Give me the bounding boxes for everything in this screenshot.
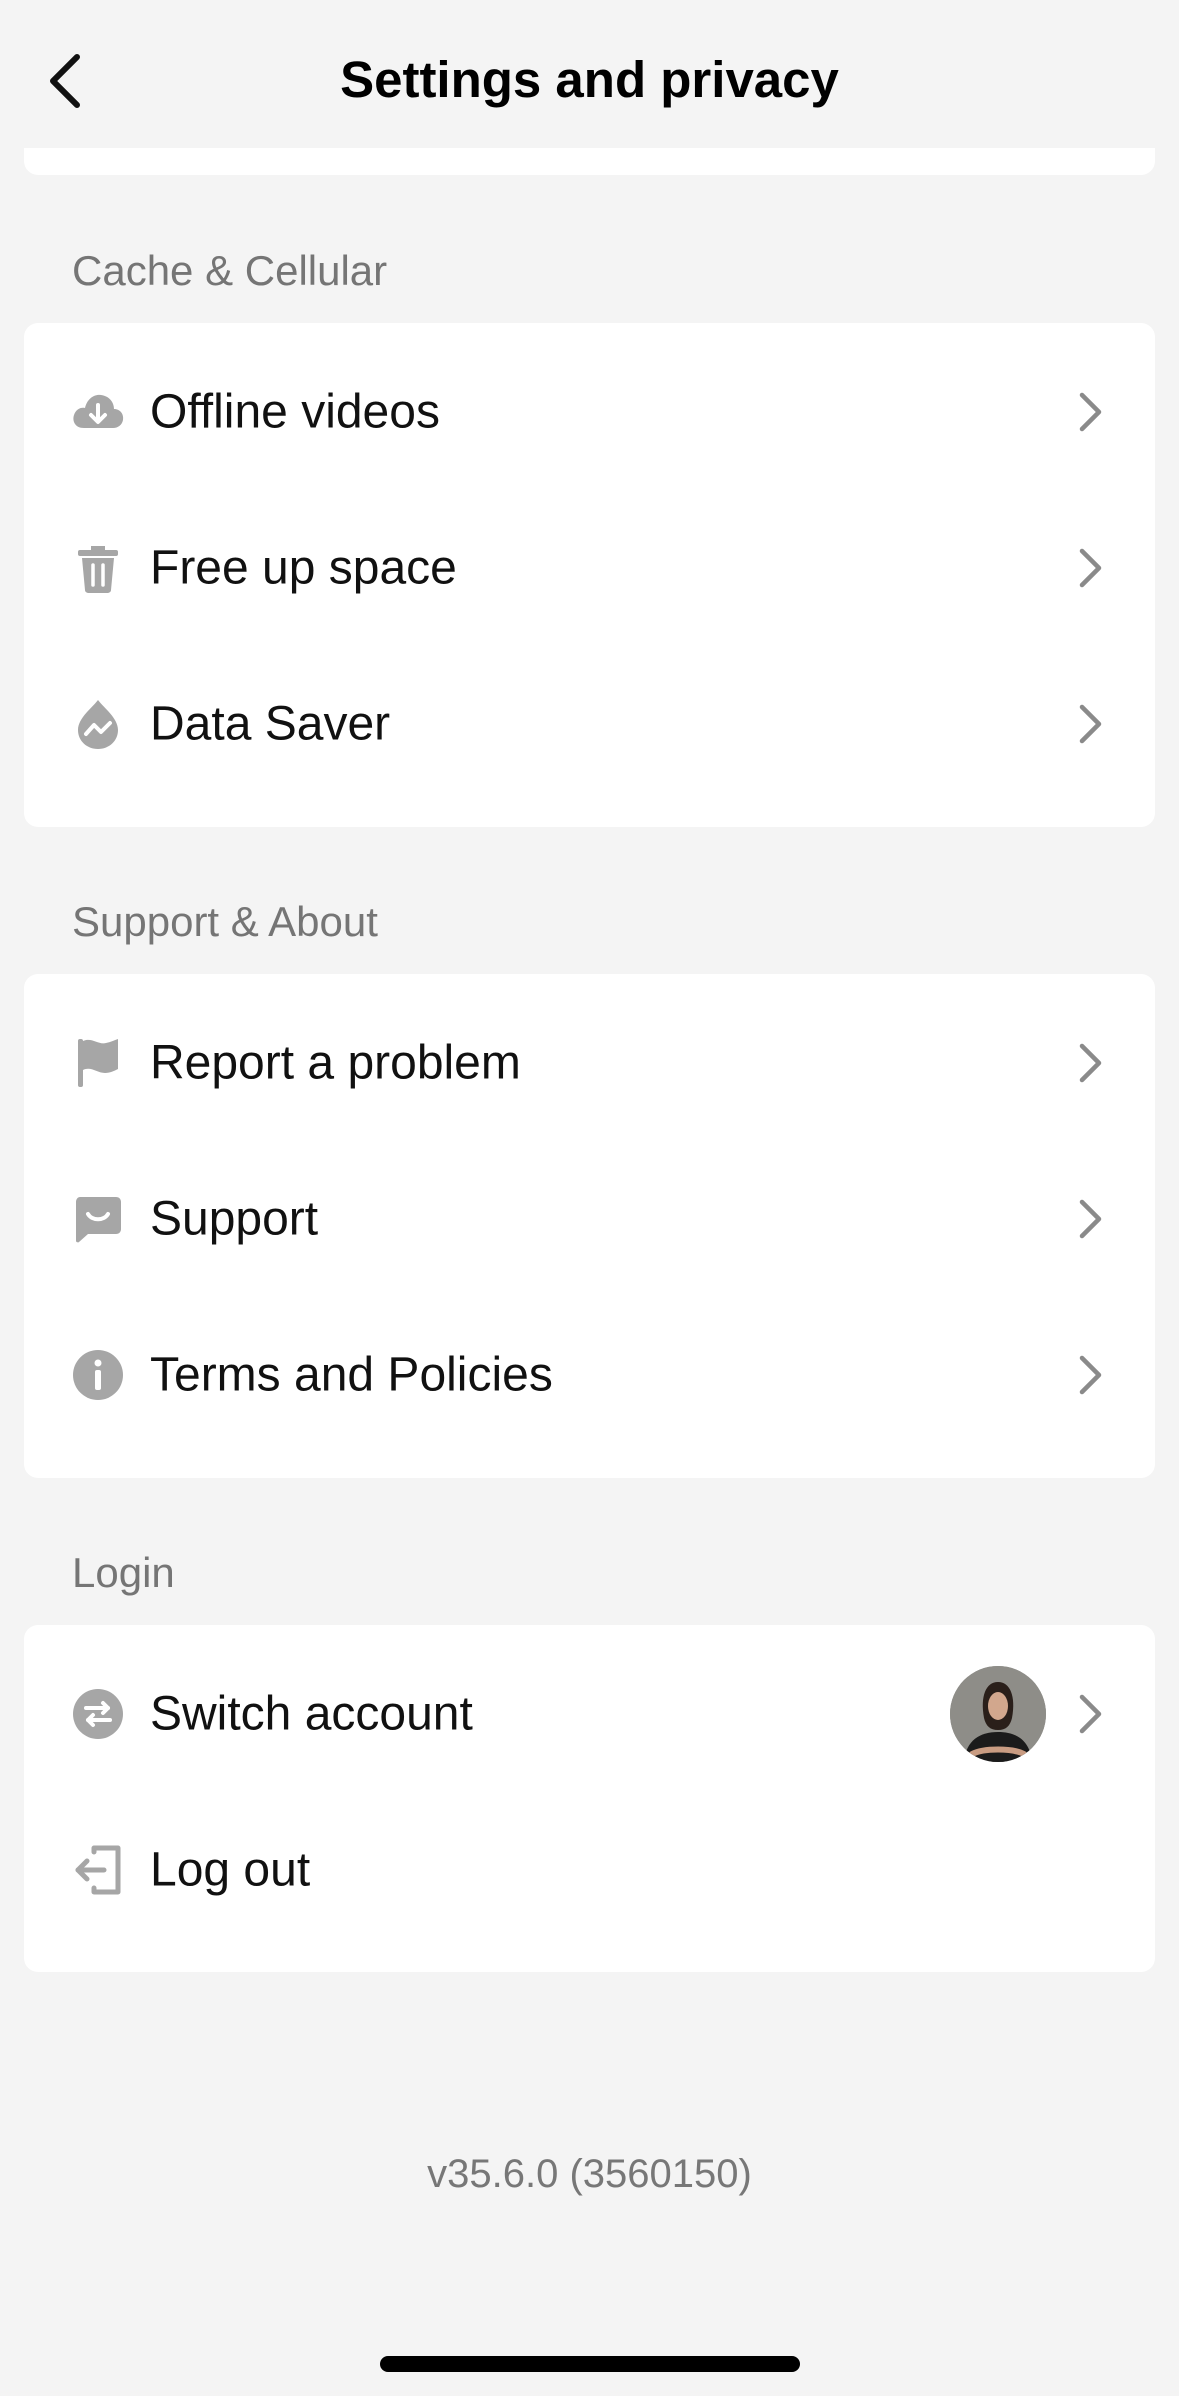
chevron-right-icon xyxy=(1079,1694,1102,1734)
home-indicator[interactable] xyxy=(380,2356,800,2372)
row-log-out[interactable]: Log out xyxy=(24,1792,1155,1948)
card-support-about: Report a problem Support Terms and Polic… xyxy=(24,974,1155,1478)
row-label: Support xyxy=(150,1192,319,1246)
row-terms-and-policies[interactable]: Terms and Policies xyxy=(24,1297,1155,1453)
card-cache-cellular: Offline videos Free up space Data Saver xyxy=(24,323,1155,827)
previous-card-edge xyxy=(24,148,1155,175)
data-saver-icon xyxy=(70,696,126,752)
row-label: Log out xyxy=(150,1843,311,1897)
switch-arrows-icon xyxy=(70,1686,126,1742)
row-label: Free up space xyxy=(150,541,457,595)
section-label-login: Login xyxy=(72,1549,175,1596)
avatar xyxy=(950,1666,1046,1762)
header-bar: Settings and privacy xyxy=(0,0,1179,148)
app-version: v35.6.0 (3560150) xyxy=(427,2152,752,2196)
chevron-right-icon xyxy=(1079,392,1102,432)
row-offline-videos[interactable]: Offline videos xyxy=(24,334,1155,490)
cloud-download-icon xyxy=(70,384,126,440)
logout-icon xyxy=(70,1842,126,1898)
row-label: Terms and Policies xyxy=(150,1348,553,1402)
row-label: Offline videos xyxy=(150,385,440,439)
flag-icon xyxy=(70,1035,126,1091)
chevron-right-icon xyxy=(1079,1355,1102,1395)
card-login: Switch account Log out xyxy=(24,1625,1155,1972)
row-data-saver[interactable]: Data Saver xyxy=(24,646,1155,802)
chevron-right-icon xyxy=(1079,1043,1102,1083)
chevron-right-icon xyxy=(1079,1199,1102,1239)
row-label: Switch account xyxy=(150,1687,473,1741)
chevron-right-icon xyxy=(1079,704,1102,744)
row-free-up-space[interactable]: Free up space xyxy=(24,490,1155,646)
row-label: Report a problem xyxy=(150,1036,521,1090)
row-label: Data Saver xyxy=(150,697,391,751)
info-icon xyxy=(70,1347,126,1403)
row-support[interactable]: Support xyxy=(24,1141,1155,1297)
chevron-right-icon xyxy=(1079,548,1102,588)
section-label-support-about: Support & About xyxy=(72,898,378,945)
page-title: Settings and privacy xyxy=(340,51,839,108)
trash-icon xyxy=(70,540,126,596)
row-report-a-problem[interactable]: Report a problem xyxy=(24,985,1155,1141)
section-label-cache-cellular: Cache & Cellular xyxy=(72,247,388,294)
row-switch-account[interactable]: Switch account xyxy=(24,1636,1155,1792)
chat-bubble-icon xyxy=(70,1191,126,1247)
